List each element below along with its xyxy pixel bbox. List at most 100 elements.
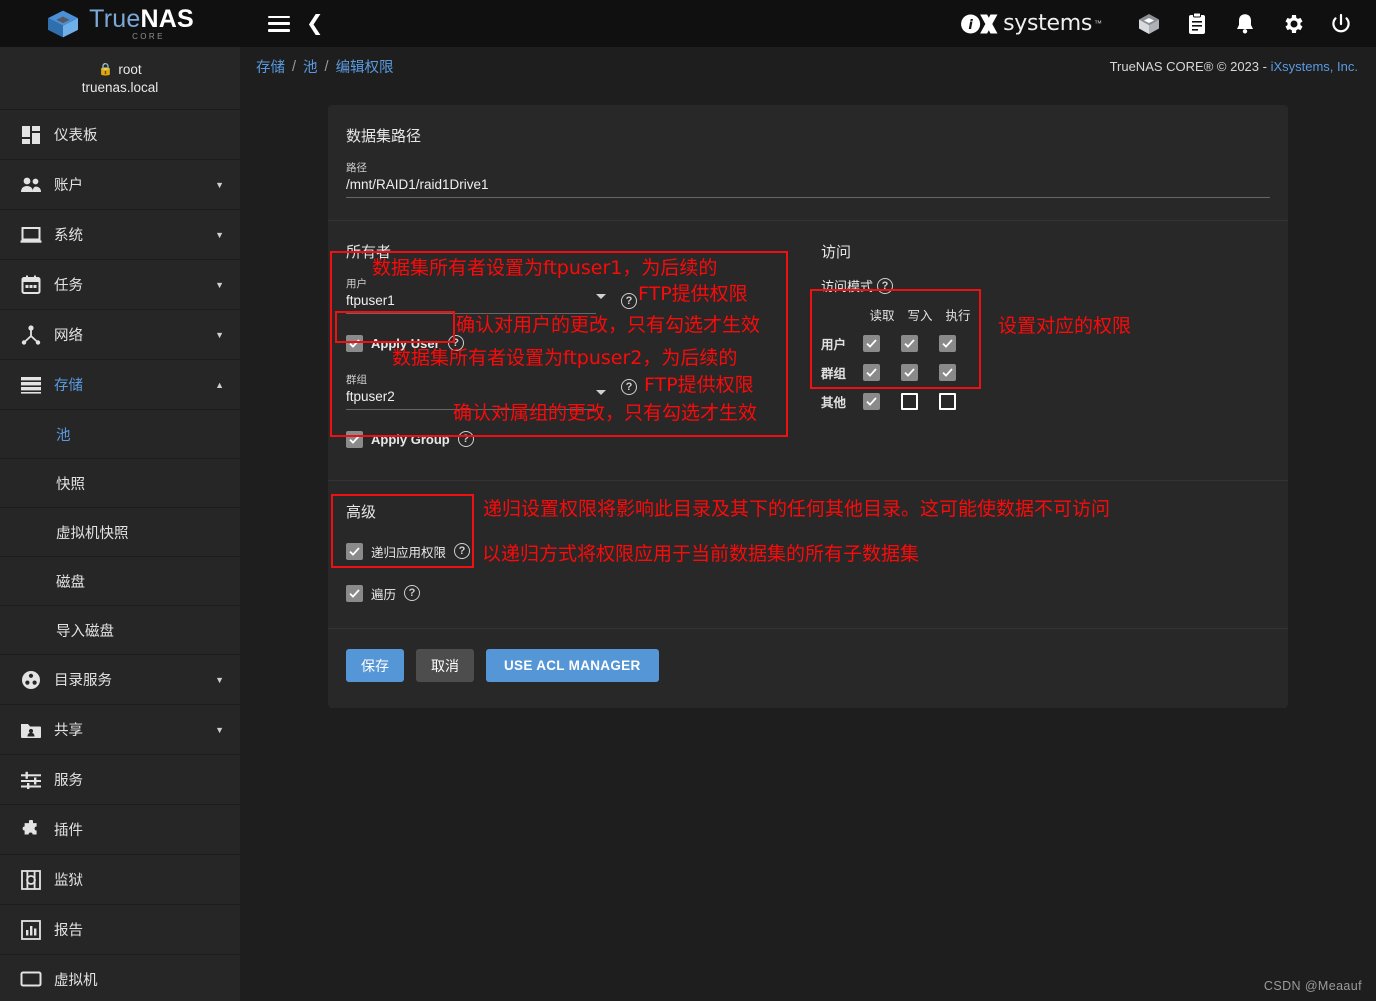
perm-user-read-checkbox[interactable] <box>863 335 880 352</box>
lock-icon: 🔒 <box>98 62 114 76</box>
dashboard-icon <box>14 125 48 145</box>
apply-group-checkbox[interactable] <box>346 430 363 448</box>
breadcrumb-item-edit-permissions[interactable]: 编辑权限 <box>330 56 400 77</box>
sidebar-item-reporting[interactable]: 报告 <box>0 905 240 955</box>
access-title: 访问 <box>821 244 852 261</box>
sidebar-item-services[interactable]: 服务 <box>0 755 240 805</box>
chevron-left-icon[interactable]: ❮ <box>306 13 324 34</box>
chevron-down-icon[interactable] <box>596 390 606 395</box>
plugins-icon <box>14 819 48 840</box>
gear-icon[interactable] <box>1280 11 1306 37</box>
perm-cell[interactable] <box>901 364 939 381</box>
perm-group-execute-checkbox[interactable] <box>939 364 956 381</box>
sidebar-item-accounts[interactable]: 账户 ▼ <box>0 160 240 210</box>
brand-name-nas: NAS <box>140 4 194 33</box>
perm-user-write-checkbox[interactable] <box>901 335 918 352</box>
sidebar-subitem-pools[interactable]: 池 <box>0 410 240 459</box>
perm-cell[interactable] <box>863 364 901 381</box>
sidebar-item-dashboard[interactable]: 仪表板 <box>0 110 240 160</box>
breadcrumb: 存储 / 池 / 编辑权限 TrueNAS CORE® © 2023 - iXs… <box>240 47 1376 86</box>
main-content: 存储 / 池 / 编辑权限 TrueNAS CORE® © 2023 - iXs… <box>240 47 1376 1001</box>
clipboard-icon[interactable] <box>1184 11 1210 37</box>
path-field: 路径 /mnt/RAID1/raid1Drive1 <box>346 160 1270 198</box>
sidebar-item-directory-services[interactable]: 目录服务 ▼ <box>0 655 240 705</box>
perm-group-write-checkbox[interactable] <box>901 364 918 381</box>
sidebar-subitem-import-disk[interactable]: 导入磁盘 <box>0 606 240 655</box>
sidebar-item-label: 共享 <box>54 723 83 739</box>
help-icon[interactable]: ? <box>877 277 894 294</box>
brand-logo-area[interactable]: TrueNAS CORE <box>0 0 240 47</box>
sidebar-item-tasks[interactable]: 任务 ▼ <box>0 260 240 310</box>
cube-icon[interactable] <box>1136 11 1162 37</box>
recursive-row[interactable]: 递归应用权限 ? <box>346 540 1270 562</box>
chevron-up-icon: ▲ <box>215 379 224 390</box>
sidebar-subitem-snapshots[interactable]: 快照 <box>0 459 240 508</box>
chevron-down-icon: ▼ <box>215 329 224 340</box>
sidebar-item-virtual-machines[interactable]: 虚拟机 <box>0 955 240 1001</box>
perm-other-execute-checkbox[interactable] <box>939 393 956 410</box>
perm-cell[interactable] <box>939 335 977 352</box>
advanced-title: 高级 <box>346 504 377 521</box>
breadcrumb-item-pools[interactable]: 池 <box>297 56 324 77</box>
help-icon[interactable]: ? <box>457 431 474 447</box>
edit-permissions-card: 数据集路径 路径 /mnt/RAID1/raid1Drive1 所有者 用户 f… <box>328 105 1288 708</box>
sidebar-item-sharing[interactable]: 共享 ▼ <box>0 705 240 755</box>
advanced-section: 高级 递归应用权限 ? 遍历 ? <box>328 481 1288 629</box>
power-icon[interactable] <box>1328 11 1354 37</box>
chevron-down-icon[interactable] <box>596 294 606 299</box>
sidebar-item-network[interactable]: 网络 ▼ <box>0 310 240 360</box>
sidebar-item-label: 监狱 <box>54 873 83 889</box>
sidebar-item-plugins[interactable]: 插件 <box>0 805 240 855</box>
perm-user-execute-checkbox[interactable] <box>939 335 956 352</box>
hamburger-icon[interactable] <box>268 15 290 32</box>
perm-group-read-checkbox[interactable] <box>863 364 880 381</box>
owner-column: 所有者 用户 ftpuser1 ? Apply User ? 群组 ftpuse… <box>346 241 811 450</box>
perm-cell[interactable] <box>939 364 977 381</box>
help-icon[interactable]: ? <box>621 379 637 395</box>
power-icon-svg <box>1332 13 1350 32</box>
truenas-app-window: TrueNAS CORE ❮ i systems ™ 🔒 root truena… <box>0 0 1376 1001</box>
bell-icon[interactable] <box>1232 11 1258 37</box>
storage-icon <box>14 376 48 394</box>
apply-user-checkbox[interactable] <box>346 334 363 352</box>
breadcrumb-item-storage[interactable]: 存储 <box>250 56 291 77</box>
sharing-icon <box>14 721 48 739</box>
traverse-checkbox[interactable] <box>346 584 363 602</box>
perm-cell[interactable] <box>901 335 939 352</box>
sidebar-subitem-disks[interactable]: 磁盘 <box>0 557 240 606</box>
ixsystems-link[interactable]: iXsystems, Inc. <box>1271 59 1358 74</box>
accounts-icon <box>14 176 48 194</box>
sidebar-item-storage[interactable]: 存储 ▲ <box>0 360 240 410</box>
clipboard-icon-svg <box>1189 12 1205 34</box>
recursive-label: 递归应用权限 <box>371 545 447 560</box>
perm-other-write-checkbox[interactable] <box>901 393 918 410</box>
save-button[interactable]: 保存 <box>346 649 404 682</box>
apply-group-row[interactable]: Apply Group ? <box>346 428 811 450</box>
traverse-label: 遍历 <box>371 587 397 602</box>
sidebar-item-system[interactable]: 系统 ▼ <box>0 210 240 260</box>
ixsystems-mark-icon: i <box>961 13 998 34</box>
ixsystems-wordmark: systems <box>1003 11 1092 36</box>
perm-other-read-checkbox[interactable] <box>863 393 880 410</box>
help-icon[interactable]: ? <box>447 335 464 351</box>
use-acl-manager-button[interactable]: USE ACL MANAGER <box>486 649 659 682</box>
cancel-button[interactable]: 取消 <box>416 649 474 682</box>
access-column: 访问 访问模式 ? 读取 写入 执行 用户 群组 其他 <box>811 241 1270 450</box>
sidebar-item-jails[interactable]: 监狱 <box>0 855 240 905</box>
help-icon[interactable]: ? <box>404 585 421 601</box>
traverse-row[interactable]: 遍历 ? <box>346 582 1270 604</box>
user-select-field[interactable]: 用户 ftpuser1 <box>346 276 606 314</box>
perm-cell[interactable] <box>863 393 901 410</box>
help-icon[interactable]: ? <box>454 543 471 559</box>
recursive-checkbox[interactable] <box>346 542 363 560</box>
perm-cell[interactable] <box>901 393 939 410</box>
perm-cell[interactable] <box>939 393 977 410</box>
sidebar-subitem-vm-snapshots[interactable]: 虚拟机快照 <box>0 508 240 557</box>
apply-user-label: Apply User <box>371 335 440 351</box>
group-select-field[interactable]: 群组 ftpuser2 <box>346 372 606 410</box>
perm-cell[interactable] <box>863 335 901 352</box>
perm-row-label-other: 其他 <box>821 396 847 410</box>
apply-user-row[interactable]: Apply User ? <box>346 332 811 354</box>
sidebar-item-label: 目录服务 <box>54 673 112 689</box>
help-icon[interactable]: ? <box>621 293 637 309</box>
